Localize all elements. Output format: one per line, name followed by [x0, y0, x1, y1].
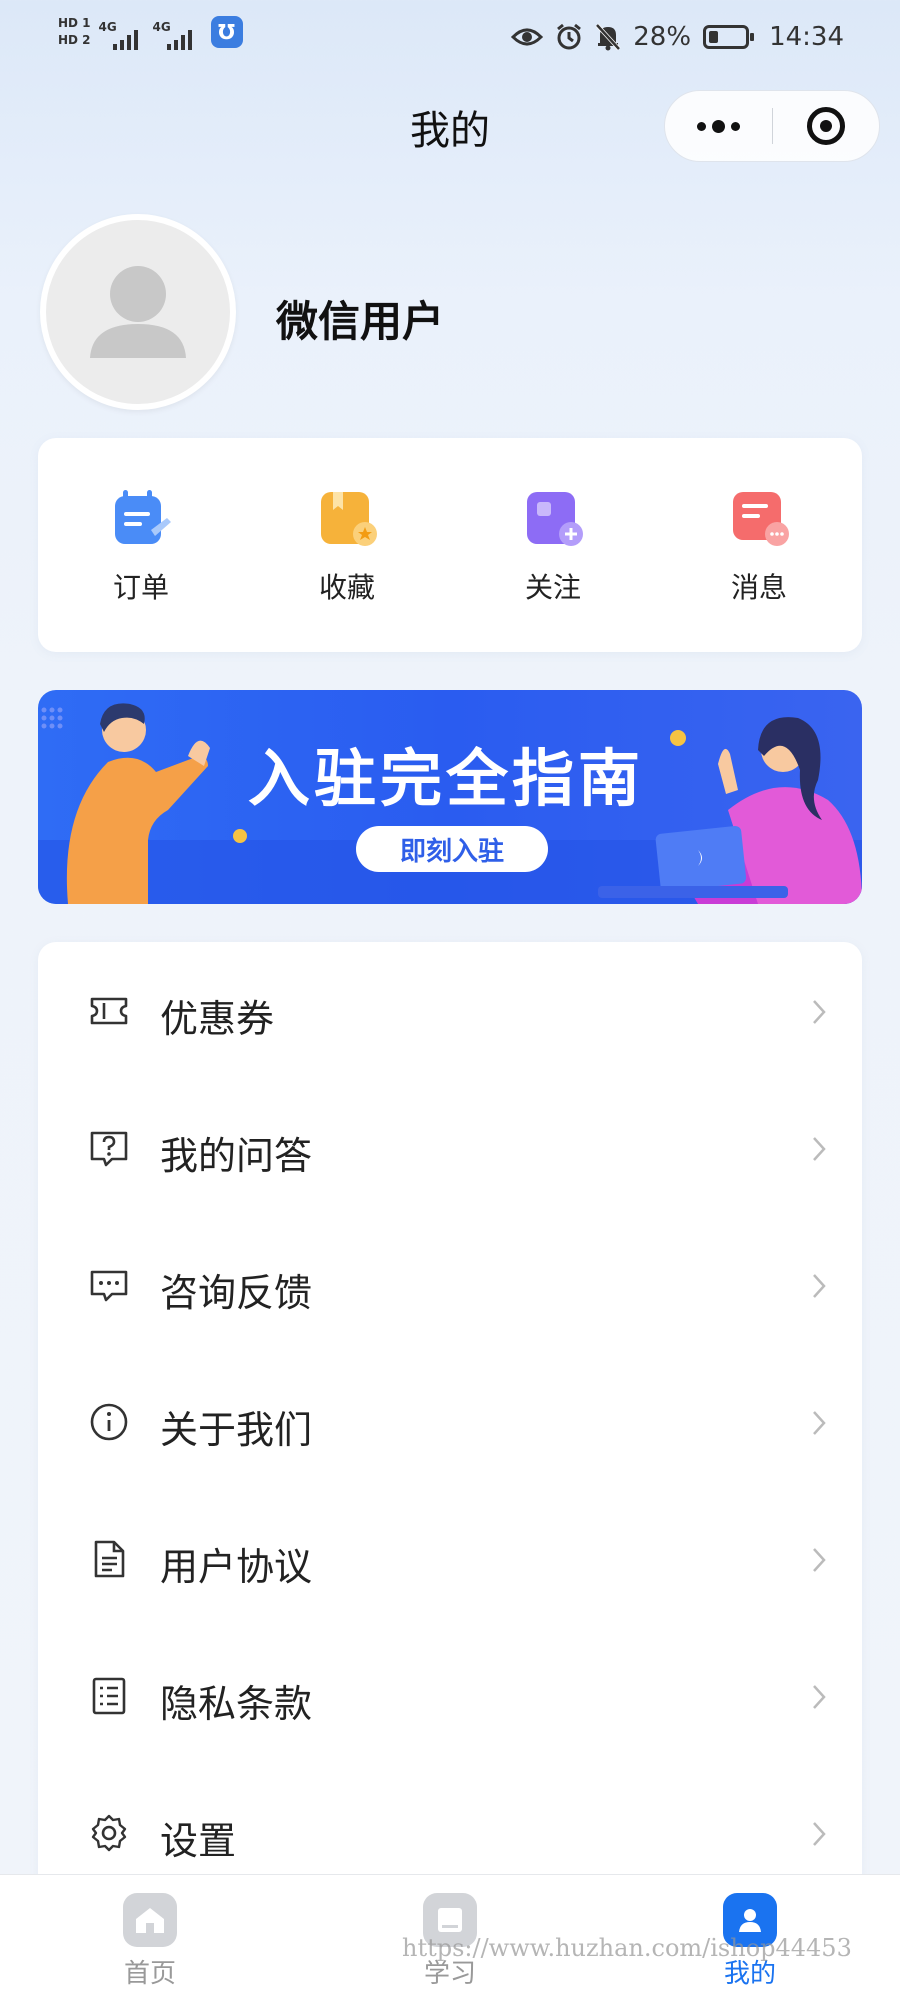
battery-percent: 28%	[633, 22, 692, 52]
miniprogram-capsule	[664, 90, 880, 162]
favorite-icon	[321, 492, 377, 546]
quick-action-favorite[interactable]: 收藏	[244, 438, 450, 652]
quick-action-message[interactable]: 消息	[656, 438, 862, 652]
menu-item-my-qa[interactable]: 我的问答	[38, 1079, 862, 1216]
alarm-icon	[555, 23, 583, 51]
app-notification-icon: Ʊ	[210, 16, 243, 48]
question-icon	[90, 1131, 128, 1167]
chevron-right-icon	[813, 1548, 826, 1572]
battery-icon	[703, 25, 755, 49]
menu-item-feedback[interactable]: 咨询反馈	[38, 1216, 862, 1353]
join-now-button[interactable]: 即刻入驻	[356, 826, 548, 872]
chat-icon	[90, 1270, 128, 1302]
menu-item-user-agreement[interactable]: 用户协议	[38, 1490, 862, 1627]
chevron-right-icon	[813, 1274, 826, 1298]
sim1-indicator: HD 1	[58, 16, 91, 30]
menu-item-coupon[interactable]: 优惠券	[38, 942, 862, 1079]
chevron-right-icon	[813, 1000, 826, 1024]
signal-icon: 4G	[99, 14, 145, 50]
sim2-indicator: HD 2	[58, 33, 91, 47]
chevron-right-icon	[813, 1137, 826, 1161]
status-bar: HD 1 HD 2 4G 4G Ʊ 28% 14:34	[0, 0, 900, 80]
quick-action-order[interactable]: 订单	[38, 438, 244, 652]
target-close-icon[interactable]	[772, 90, 879, 162]
follow-icon	[527, 492, 583, 546]
more-dots-icon[interactable]	[665, 90, 772, 162]
document-icon	[94, 1540, 125, 1578]
quick-actions-card: 订单 收藏 关注 消息	[38, 438, 862, 652]
default-avatar-icon	[90, 266, 186, 358]
avatar[interactable]	[40, 214, 236, 410]
watermark: https://www.huzhan.com/ishop44453	[402, 1934, 852, 1962]
profile-name[interactable]: 微信用户	[276, 288, 444, 349]
banner-title: 入驻完全指南	[248, 742, 645, 815]
info-icon	[90, 1403, 128, 1441]
menu-item-privacy[interactable]: 隐私条款	[38, 1627, 862, 1764]
menu-list: 优惠券 我的问答 咨询反馈 关于我们 用户协议 隐私条款 设置	[38, 942, 862, 2000]
join-guide-banner[interactable]: 入驻完全指南 即刻入驻	[38, 690, 862, 904]
ticket-icon	[90, 997, 128, 1025]
gear-icon	[91, 1814, 127, 1852]
order-icon	[115, 490, 171, 544]
chevron-right-icon	[813, 1411, 826, 1435]
signal-icon-2: 4G	[153, 14, 199, 50]
menu-item-about[interactable]: 关于我们	[38, 1353, 862, 1490]
message-icon	[733, 492, 789, 546]
chevron-right-icon	[813, 1822, 826, 1846]
eye-icon	[511, 26, 544, 48]
list-icon	[92, 1677, 126, 1715]
mute-bell-icon	[595, 23, 621, 51]
chevron-right-icon	[813, 1685, 826, 1709]
clock: 14:34	[769, 22, 844, 52]
tab-home[interactable]: 首页	[0, 1875, 300, 2000]
quick-action-follow[interactable]: 关注	[450, 438, 656, 652]
home-icon	[123, 1893, 177, 1947]
